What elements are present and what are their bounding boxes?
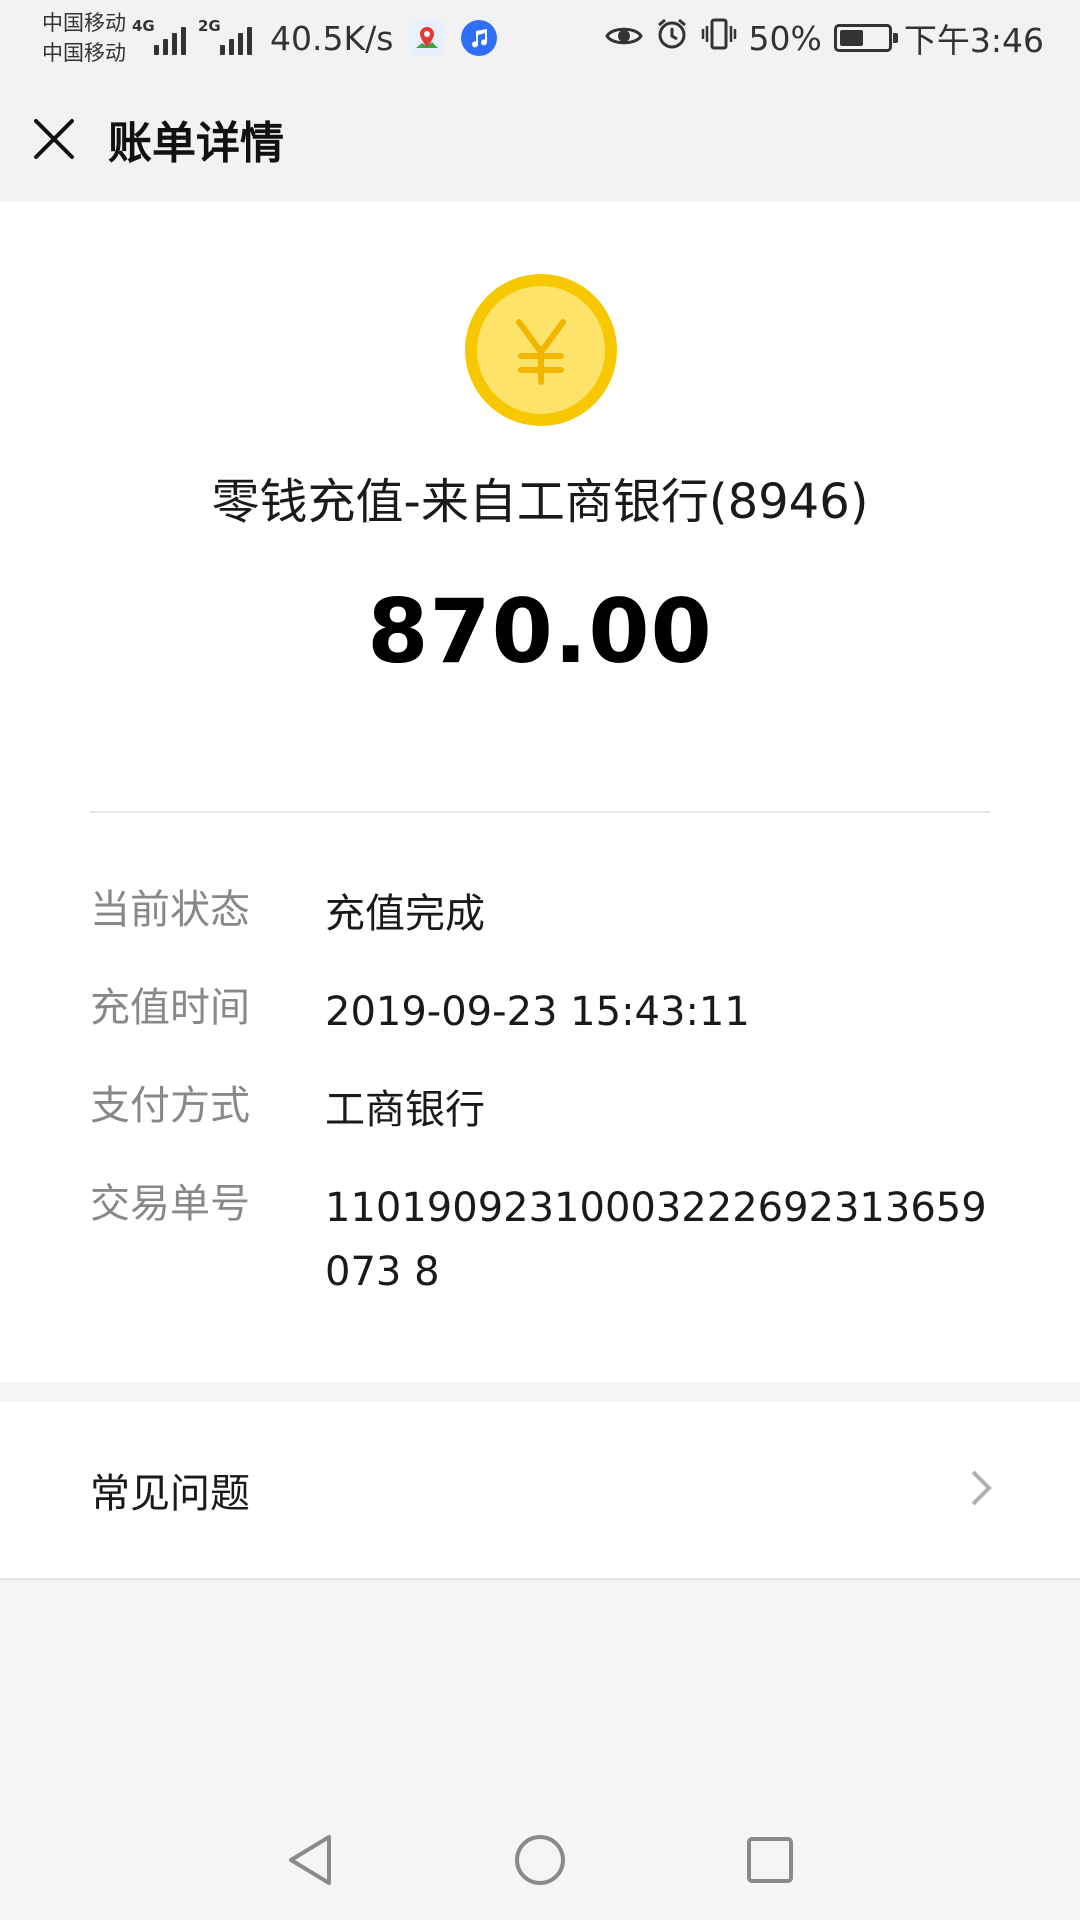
carrier-info: 中国移动 中国移动: [42, 8, 126, 68]
detail-value: 工商银行: [325, 1087, 485, 1133]
network-type-2: 2G: [198, 17, 221, 35]
signal-2-icon: 2G: [198, 17, 252, 55]
bill-details: 当前状态 充值完成 充值时间 2019-09-23 15:43:11 支付方式 …: [90, 882, 1000, 1338]
eye-icon: [604, 19, 643, 58]
back-triangle-icon: [289, 1835, 331, 1885]
recents-button[interactable]: [710, 1800, 830, 1920]
alarm-icon: [655, 17, 689, 59]
carrier-2: 中国移动: [42, 41, 126, 65]
detail-label: 支付方式: [90, 1083, 250, 1129]
carrier-1: 中国移动: [42, 11, 126, 35]
detail-row-time: 充值时间 2019-09-23 15:43:11: [90, 980, 1000, 1044]
signal-1-icon: 4G: [132, 17, 186, 55]
detail-row-status: 当前状态 充值完成: [90, 882, 1000, 946]
close-button[interactable]: [0, 76, 108, 202]
transaction-id-value: 11019092310003222692313659073 8: [325, 1185, 987, 1295]
battery-icon: [833, 24, 898, 52]
network-speed: 40.5K/s: [270, 18, 394, 58]
status-right: 50% 下午3:46: [604, 14, 1044, 62]
detail-label: 充值时间: [90, 985, 250, 1031]
detail-row-payment: 支付方式 工商银行: [90, 1078, 1000, 1142]
title-bar: 账单详情: [0, 76, 1080, 202]
detail-value: 充值完成: [325, 891, 485, 937]
back-button[interactable]: [250, 1800, 370, 1920]
network-type-1: 4G: [132, 17, 155, 35]
status-bar: 中国移动 中国移动 4G 2G 40.5K/s 50% 下午3:46: [0, 0, 1080, 76]
detail-label: 交易单号: [90, 1181, 250, 1227]
home-circle-icon: [515, 1835, 565, 1885]
home-button[interactable]: [480, 1800, 600, 1920]
chevron-right-icon: [970, 1469, 992, 1511]
bill-amount: 870.00: [367, 580, 713, 683]
music-app-icon: [461, 20, 498, 56]
page-title: 账单详情: [108, 118, 284, 169]
detail-row-transaction-id: 交易单号 11019092310003222692313659073 8: [90, 1176, 1000, 1304]
detail-value: 2019-09-23 15:43:11: [325, 989, 750, 1035]
vibrate-icon: [701, 17, 737, 59]
faq-label: 常见问题: [90, 1471, 250, 1517]
bill-title: 零钱充值-来自工商银行(8946): [211, 474, 869, 530]
close-icon: [34, 119, 74, 159]
battery-fill: [839, 30, 863, 46]
maps-app-icon: [409, 20, 446, 56]
coin-yuan-icon: [465, 274, 617, 426]
navigation-bar: [0, 1800, 1080, 1920]
divider: [90, 811, 990, 813]
detail-label: 当前状态: [90, 887, 250, 933]
recents-square-icon: [747, 1837, 793, 1883]
faq-item[interactable]: 常见问题: [0, 1402, 1080, 1580]
bill-card: 零钱充值-来自工商银行(8946) 870.00 当前状态 充值完成 充值时间 …: [0, 202, 1080, 1382]
clock: 下午3:46: [903, 21, 1044, 60]
battery-percent: 50%: [748, 18, 822, 58]
